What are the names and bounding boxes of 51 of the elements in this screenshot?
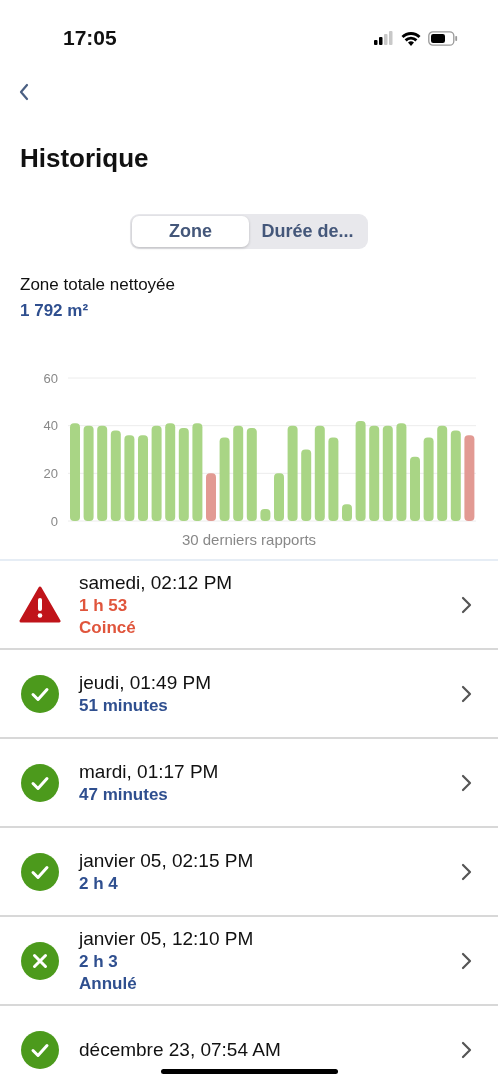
report-row[interactable]: samedi, 02:12 PM 1 h 53 Coincé — [0, 561, 498, 650]
chevron-icon — [461, 684, 472, 703]
check-icon — [19, 763, 61, 802]
report-date: mardi, 01:17 PM — [79, 760, 220, 783]
report-duration: 51 minutes — [79, 695, 169, 716]
report-status: Coincé — [79, 617, 137, 638]
bar — [410, 456, 420, 521]
wifi-icon — [401, 30, 421, 46]
report-row[interactable]: janvier 05, 02:15 PM 2 h 4 — [0, 828, 498, 917]
report-duration: 2 h 3 — [79, 951, 119, 972]
summary-label: Zone totale nettoyée — [20, 275, 176, 295]
chevron-icon — [461, 862, 472, 881]
back-icon[interactable] — [18, 83, 30, 101]
warning-icon — [19, 585, 61, 624]
report-date: jeudi, 01:49 PM — [79, 671, 213, 694]
chevron-icon — [461, 595, 472, 614]
report-duration: 2 h 4 — [79, 873, 119, 894]
report-duration: 1 h 53 — [79, 595, 129, 616]
report-duration: 47 minutes — [79, 784, 169, 805]
bar — [301, 449, 312, 521]
check-icon — [19, 674, 61, 713]
check-icon — [19, 852, 61, 891]
page-title: Historique — [20, 143, 150, 174]
report-date: samedi, 02:12 PM — [79, 571, 234, 594]
bar — [206, 473, 216, 521]
status-time: 17:05 — [63, 26, 117, 50]
report-date: décembre 23, 07:54 AM — [79, 1038, 282, 1061]
battery-icon — [428, 30, 458, 46]
tab[interactable]: Zone — [132, 216, 249, 247]
report-row[interactable]: jeudi, 01:49 PM 51 minutes — [0, 650, 498, 739]
chevron-icon — [461, 1040, 472, 1059]
report-date: janvier 05, 02:15 PM — [79, 849, 255, 872]
bar — [342, 504, 352, 521]
axis-tick-label: 40 — [43, 418, 58, 434]
axis-label: 30 derniers rapports — [181, 531, 317, 548]
cross-icon — [19, 941, 61, 980]
report-row[interactable]: mardi, 01:17 PM 47 minutes — [0, 739, 498, 828]
axis-tick-label: 60 — [43, 370, 58, 386]
signal-icon — [374, 31, 394, 45]
axis-tick-label: 20 — [43, 465, 58, 481]
tab[interactable]: Durée de... — [249, 216, 366, 247]
axis-tick-label: 0 — [50, 513, 58, 529]
bar — [274, 473, 284, 521]
bar — [260, 509, 271, 521]
chevron-icon — [461, 773, 472, 792]
report-date: janvier 05, 12:10 PM — [79, 927, 255, 950]
chevron-icon — [461, 951, 472, 970]
report-row[interactable]: janvier 05, 12:10 PM 2 h 3 Annulé — [0, 917, 498, 1006]
check-icon — [19, 1030, 61, 1069]
report-status: Annulé — [79, 973, 138, 994]
summary-value: 1 792 m² — [20, 301, 90, 321]
